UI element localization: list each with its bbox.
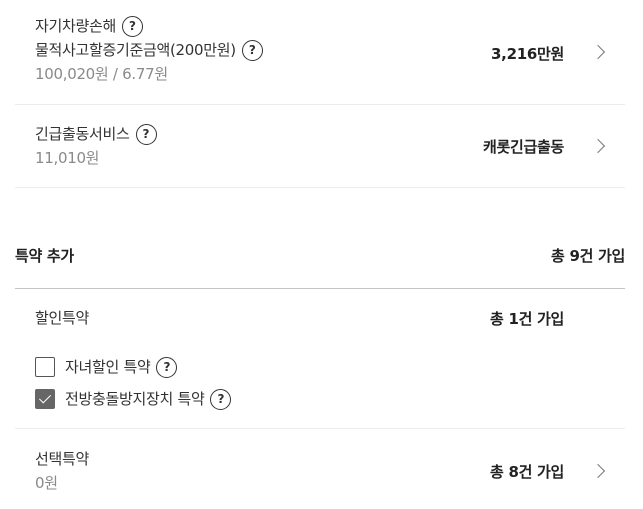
- help-icon[interactable]: ?: [241, 39, 263, 61]
- rider-label: 자녀할인 특약: [65, 358, 151, 376]
- discount-riders-total: 총 1건 가입: [490, 310, 564, 328]
- divider: [15, 104, 625, 105]
- help-icon[interactable]: ?: [122, 15, 144, 37]
- checkbox-checked[interactable]: [35, 389, 55, 409]
- own-damage-value: 3,216만원: [491, 45, 564, 63]
- rider-section-title: 특약 추가: [15, 247, 74, 265]
- section-divider: [15, 288, 625, 289]
- emergency-service-row[interactable]: 긴급출동서비스 ? 11,010원 캐롯긴급출동: [15, 122, 625, 174]
- own-damage-premium: 100,020원 / 6.77원: [35, 65, 168, 83]
- rider-section-total: 총 9건 가입: [551, 247, 625, 265]
- own-damage-row[interactable]: 자기차량손해 ? 물적사고할증기준금액(200만원) ? 100,020원 / …: [15, 14, 625, 92]
- optional-riders-title: 선택특약: [35, 450, 90, 468]
- help-icon[interactable]: ?: [210, 388, 232, 410]
- divider: [15, 187, 625, 188]
- discount-rider-item[interactable]: 자녀할인 특약 ?: [15, 355, 625, 379]
- help-icon[interactable]: ?: [156, 356, 178, 378]
- discount-riders-title: 할인특약: [35, 309, 90, 327]
- optional-riders-total: 총 8건 가입: [490, 463, 564, 481]
- rider-label: 전방충돌방지장치 특약: [65, 390, 205, 408]
- chevron-right-icon[interactable]: [590, 138, 606, 154]
- discount-rider-item[interactable]: 전방충돌방지장치 특약 ?: [15, 387, 625, 411]
- help-icon[interactable]: ?: [135, 123, 157, 145]
- chevron-right-icon[interactable]: [590, 44, 606, 60]
- checkbox[interactable]: [35, 357, 55, 377]
- own-damage-title: 자기차량손해: [35, 17, 117, 35]
- emergency-title: 긴급출동서비스: [35, 125, 130, 143]
- discount-riders-row: 할인특약 총 1건 가입: [15, 306, 625, 330]
- chevron-right-icon[interactable]: [590, 463, 606, 479]
- optional-riders-premium: 0원: [35, 474, 58, 492]
- emergency-premium: 11,010원: [35, 149, 100, 167]
- optional-riders-row[interactable]: 선택특약 0원 총 8건 가입: [15, 447, 625, 497]
- emergency-value: 캐롯긴급출동: [482, 138, 564, 156]
- deductible-label: 물적사고할증기준금액(200만원): [35, 41, 236, 59]
- divider: [15, 428, 625, 429]
